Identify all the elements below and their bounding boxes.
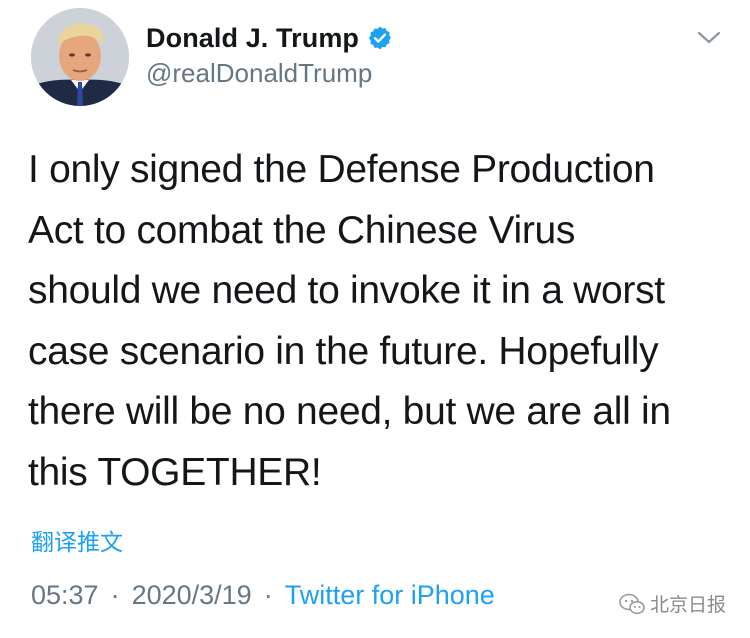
chevron-down-icon[interactable] [696, 28, 722, 48]
wechat-icon [618, 592, 646, 616]
tweet-text: I only signed the Defense Production Act… [28, 148, 671, 494]
watermark: 北京日报 [618, 590, 726, 617]
author-handle[interactable]: @realDonaldTrump [146, 58, 372, 89]
tweet-date: 2020/3/19 [131, 580, 252, 610]
display-name[interactable]: Donald J. Trump [146, 23, 359, 54]
author-name-row: Donald J. Trump [146, 20, 393, 56]
meta-separator: · [263, 580, 273, 610]
translate-tweet-link[interactable]: 翻译推文 [31, 523, 123, 557]
tweet-card: Donald J. Trump @realDonaldTrump I only … [0, 0, 750, 638]
tweet-source-link[interactable]: Twitter for iPhone [285, 580, 495, 611]
tweet-time: 05:37 [31, 580, 99, 610]
avatar[interactable] [31, 8, 129, 106]
tweet-meta: 05:37 · 2020/3/19 · Twitter for iPhone [31, 580, 495, 611]
avatar-image [31, 8, 129, 106]
verified-icon [367, 25, 393, 51]
meta-separator: · [110, 580, 120, 610]
watermark-label: 北京日报 [650, 594, 727, 616]
